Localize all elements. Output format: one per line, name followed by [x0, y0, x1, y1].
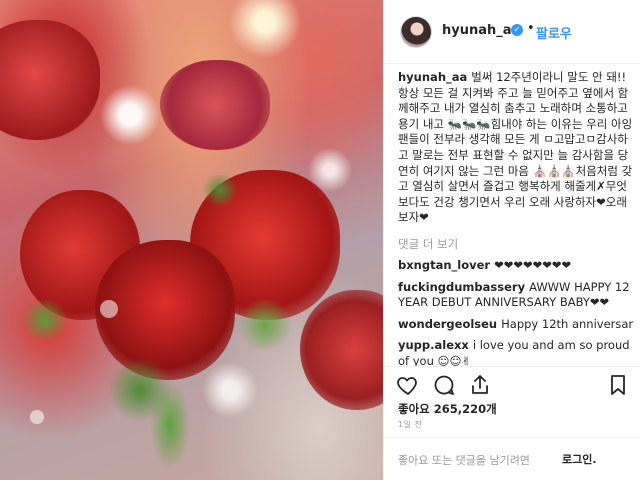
- light-flare: [100, 300, 118, 318]
- post-header: hyunah_aa ✓ • 팔로우: [384, 0, 640, 64]
- login-link[interactable]: 로그인.: [562, 451, 597, 467]
- light-flare: [30, 410, 44, 424]
- post-timestamp: 1일 전: [398, 420, 423, 429]
- heart-icon[interactable]: [396, 373, 420, 397]
- rose-shape: [160, 60, 270, 150]
- likes-count[interactable]: 좋아요 265,220개: [398, 401, 497, 417]
- rose-shape: [300, 290, 383, 410]
- header-username[interactable]: hyunah_aa: [442, 23, 520, 38]
- comment-username[interactable]: bxngtan_lover: [398, 258, 490, 272]
- comment-item: fuckingdumbassery AWWW HAPPY 12 YEAR DEBU…: [398, 280, 634, 311]
- comment-icon[interactable]: [432, 373, 456, 397]
- verified-badge-icon: ✓: [511, 24, 523, 36]
- stem-shape: [150, 380, 190, 470]
- caption: hyunah_aa 벌써 12주년이라니 말도 안 돼!! 항상 모든 걸 지켜봐…: [398, 70, 634, 226]
- comment-item: bxngtan_lover ❤❤❤❤❤❤❤❤: [398, 258, 634, 274]
- stem-shape: [200, 175, 240, 205]
- caption-username[interactable]: hyunah_aa: [398, 70, 467, 84]
- comments-section[interactable]: hyunah_aa 벌써 12주년이라니 말도 안 돼!! 항상 모든 걸 지켜봐…: [398, 70, 634, 366]
- stem-shape: [235, 300, 295, 350]
- comment-item: yupp.alexx i love you and am so proud of …: [398, 338, 634, 366]
- stem-shape: [20, 300, 70, 340]
- comment-username[interactable]: fuckingdumbassery: [398, 280, 525, 294]
- header-separator: •: [527, 21, 535, 36]
- share-icon[interactable]: [468, 373, 492, 397]
- add-comment-prompt: 좋아요 또는 댓글을 남기려면: [398, 454, 530, 467]
- rose-shape: [0, 20, 100, 140]
- bookmark-icon[interactable]: [606, 373, 630, 397]
- post-photo[interactable]: [0, 0, 383, 480]
- follow-button[interactable]: 팔로우: [536, 23, 572, 42]
- action-bar: [384, 366, 640, 400]
- comment-text: ❤❤❤❤❤❤❤❤: [494, 257, 572, 272]
- avatar[interactable]: [400, 16, 432, 48]
- comment-username[interactable]: wondergeolseu: [398, 317, 497, 331]
- panel-divider: [383, 0, 384, 480]
- caption-text: 벌써 12주년이라니 말도 안 돼!! 항상 모든 걸 지켜봐 주고 늘 믿어주…: [398, 70, 633, 225]
- add-comment-bar: 좋아요 또는 댓글을 남기려면 로그인.: [384, 437, 640, 480]
- comment-username[interactable]: yupp.alexx: [398, 338, 469, 352]
- comment-text: Happy 12th anniversary ✥: [501, 316, 634, 331]
- comment-item: wondergeolseu Happy 12th anniversary ✥: [398, 317, 634, 333]
- more-comments-button[interactable]: 댓글 더 보기: [398, 236, 634, 252]
